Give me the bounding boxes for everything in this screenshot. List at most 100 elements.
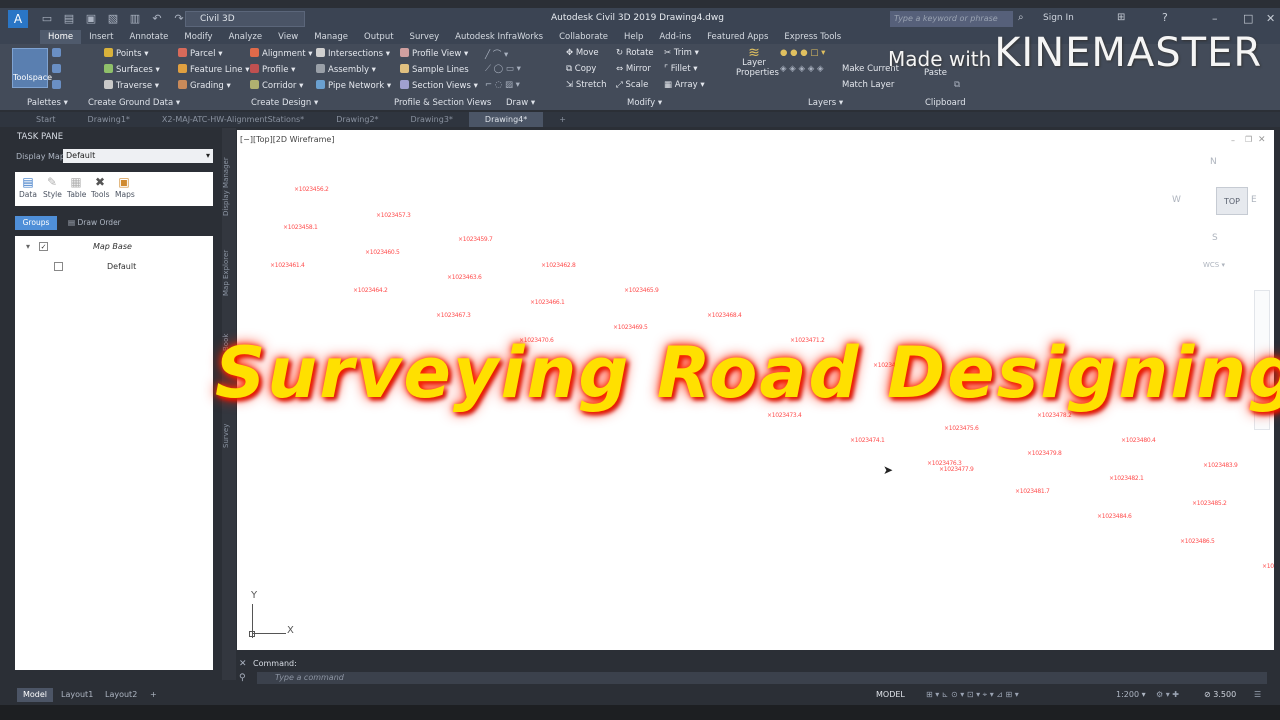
- panel-palettes[interactable]: Palettes ▾: [27, 98, 68, 108]
- points-button[interactable]: Points ▾: [104, 48, 149, 59]
- viewcube-east[interactable]: E: [1251, 195, 1257, 205]
- survey-point[interactable]: ×1023482.1: [1109, 475, 1144, 482]
- panel-clipboard[interactable]: Clipboard: [925, 98, 966, 108]
- panel-layers[interactable]: Layers ▾: [808, 98, 843, 108]
- survey-point[interactable]: ×1023479.8: [1027, 450, 1062, 457]
- file-tab-drawing4[interactable]: Drawing4*: [468, 112, 544, 127]
- survey-point[interactable]: ×1023483.9: [1203, 462, 1238, 469]
- profile-view-button[interactable]: Profile View ▾: [400, 48, 468, 59]
- survey-point[interactable]: ×1023469.5: [613, 324, 648, 331]
- viewport-controls-label[interactable]: [−][Top][2D Wireframe]: [240, 135, 334, 144]
- viewcube-south[interactable]: S: [1212, 233, 1218, 243]
- clipboard-copy-icon[interactable]: ⧉: [954, 80, 960, 90]
- viewcube-north[interactable]: N: [1210, 157, 1217, 167]
- command-close-icon[interactable]: ✕: [239, 659, 247, 669]
- tab-layout2[interactable]: Layout2: [99, 688, 143, 702]
- survey-point[interactable]: ×1023481.7: [1015, 488, 1050, 495]
- traverse-button[interactable]: Traverse ▾: [104, 80, 159, 91]
- draw-circle-icon[interactable]: ⟋ ◯ ▭ ▾: [485, 64, 521, 74]
- panel-modify[interactable]: Modify ▾: [627, 98, 662, 108]
- survey-point[interactable]: ×1023484.6: [1097, 513, 1132, 520]
- command-input[interactable]: Type a command: [257, 672, 1267, 684]
- array-button[interactable]: ▦ Array ▾: [664, 80, 705, 90]
- add-layout-icon[interactable]: +: [144, 688, 163, 702]
- layer-properties-button[interactable]: ≋ Layer Properties: [736, 46, 779, 78]
- survey-point[interactable]: ×1023468.4: [707, 312, 742, 319]
- file-tab-alignment-stations[interactable]: X2-MAJ-ATC-HW-AlignmentStations*: [146, 112, 320, 127]
- tab-modify[interactable]: Modify: [176, 30, 220, 44]
- panel-create-design[interactable]: Create Design ▾: [251, 98, 318, 108]
- command-wrench-icon[interactable]: ⚲: [239, 673, 246, 683]
- surfaces-button[interactable]: Surfaces ▾: [104, 64, 160, 75]
- tree-item-map-base[interactable]: Map Base: [93, 242, 132, 251]
- survey-point[interactable]: ×1023466.1: [530, 299, 565, 306]
- survey-point[interactable]: ×1023477.9: [939, 466, 974, 473]
- side-tab-map-explorer[interactable]: Map Explorer: [222, 246, 236, 296]
- survey-point[interactable]: ×1023462.8: [541, 262, 576, 269]
- binoculars-icon[interactable]: ⌕: [1018, 12, 1024, 23]
- save-as-icon[interactable]: ▧: [106, 12, 120, 26]
- survey-point[interactable]: ×1023480.4: [1121, 437, 1156, 444]
- redo-icon[interactable]: ↷: [172, 12, 186, 26]
- scale-button[interactable]: ⤢ Scale: [616, 80, 648, 90]
- open-icon[interactable]: ▤: [62, 12, 76, 26]
- survey-point[interactable]: ×1023475.6: [944, 425, 979, 432]
- viewport-restore-icon[interactable]: ❐: [1245, 135, 1252, 144]
- annotation-scale[interactable]: 1:200 ▾: [1110, 688, 1152, 702]
- survey-point[interactable]: ×1023463.6: [447, 274, 482, 281]
- wcs-menu[interactable]: WCS ▾: [1203, 261, 1225, 269]
- tab-featured-apps[interactable]: Featured Apps: [699, 30, 776, 44]
- side-tab-survey[interactable]: Survey: [222, 418, 236, 448]
- stretch-button[interactable]: ⇲ Stretch: [566, 80, 607, 90]
- draw-line-icon[interactable]: ╱ ⌒ ▾: [485, 48, 508, 60]
- fillet-button[interactable]: ⌜ Fillet ▾: [664, 64, 698, 74]
- trim-button[interactable]: ✂ Trim ▾: [664, 48, 699, 58]
- tab-layout1[interactable]: Layout1: [55, 688, 99, 702]
- tab-insert[interactable]: Insert: [81, 30, 121, 44]
- tab-home[interactable]: Home: [40, 30, 82, 44]
- plot-icon[interactable]: ▥: [128, 12, 142, 26]
- tab-annotate[interactable]: Annotate: [122, 30, 177, 44]
- pipe-network-button[interactable]: Pipe Network ▾: [316, 80, 391, 91]
- toolspace-button[interactable]: Toolspace: [12, 48, 52, 88]
- tab-survey[interactable]: Survey: [402, 30, 448, 44]
- rotate-button[interactable]: ↻ Rotate: [616, 48, 654, 58]
- viewcube-west[interactable]: W: [1172, 195, 1181, 205]
- assembly-button[interactable]: Assembly ▾: [316, 64, 376, 75]
- file-tab-drawing1[interactable]: Drawing1*: [72, 112, 146, 127]
- file-tab-start[interactable]: Start: [20, 112, 72, 127]
- survey-point[interactable]: ×1023486.5: [1180, 538, 1215, 545]
- panel-profile-section-views[interactable]: Profile & Section Views: [394, 98, 491, 108]
- tab-infraworks[interactable]: Autodesk InfraWorks: [447, 30, 551, 44]
- tab-manage[interactable]: Manage: [306, 30, 356, 44]
- tab-view[interactable]: View: [270, 30, 306, 44]
- sign-in-link[interactable]: Sign In: [1043, 13, 1074, 23]
- panel-draw[interactable]: Draw ▾: [506, 98, 535, 108]
- alignment-button[interactable]: Alignment ▾: [250, 48, 313, 59]
- sample-lines-button[interactable]: Sample Lines: [400, 64, 469, 75]
- tab-model[interactable]: Model: [17, 688, 54, 702]
- survey-point[interactable]: ×1023474.1: [850, 437, 885, 444]
- tools-tool[interactable]: ✖ Tools: [91, 174, 109, 204]
- corridor-button[interactable]: Corridor ▾: [250, 80, 303, 91]
- tab-addins[interactable]: Add-ins: [651, 30, 699, 44]
- layer-state-icon[interactable]: ● ● ● □ ▾: [780, 48, 825, 58]
- palette-icon-3[interactable]: [52, 80, 64, 91]
- tab-collaborate[interactable]: Collaborate: [551, 30, 616, 44]
- file-tab-drawing3[interactable]: Drawing3*: [395, 112, 469, 127]
- layer-tools-icon[interactable]: ◈ ◈ ◈ ◈ ◈: [780, 64, 824, 74]
- move-button[interactable]: ✥ Move: [566, 48, 599, 58]
- display-map-select[interactable]: Default ▾: [63, 149, 213, 163]
- model-space-toggle[interactable]: MODEL: [870, 688, 911, 702]
- survey-point[interactable]: ×1023460.5: [365, 249, 400, 256]
- draw-order-button[interactable]: ▤ Draw Order: [68, 218, 121, 227]
- tab-express-tools[interactable]: Express Tools: [776, 30, 849, 44]
- close-icon[interactable]: ✕: [1266, 12, 1275, 25]
- settings-gear-icon[interactable]: ⚙ ▾ ✚: [1150, 688, 1185, 702]
- search-input[interactable]: Type a keyword or phrase: [890, 11, 1013, 27]
- survey-point[interactable]: ×1023467.3: [436, 312, 471, 319]
- undo-icon[interactable]: ↶: [150, 12, 164, 26]
- new-icon[interactable]: ▭: [40, 12, 54, 26]
- profile-button[interactable]: Profile ▾: [250, 64, 295, 75]
- survey-point[interactable]: ×1023461.4: [270, 262, 305, 269]
